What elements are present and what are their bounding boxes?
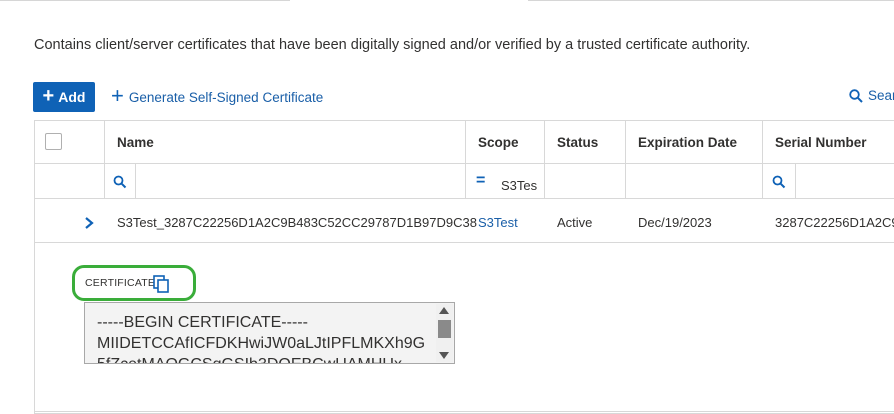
active-tab-indicator <box>290 0 528 2</box>
cell-status: Active <box>557 215 593 230</box>
scroll-thumb[interactable] <box>438 320 451 338</box>
column-divider <box>625 120 626 198</box>
row-divider <box>34 242 894 243</box>
serial-filter-input[interactable] <box>797 166 894 196</box>
serial-filter-search-icon[interactable] <box>772 175 786 189</box>
header-divider <box>34 163 894 164</box>
cell-serial-number: 3287C22256D1A2C9 <box>775 215 894 230</box>
filter-divider <box>34 198 894 199</box>
certificate-label: CERTIFICATE <box>85 277 156 289</box>
certificate-textarea[interactable]: -----BEGIN CERTIFICATE----- MIIDETCCAfIC… <box>84 302 455 364</box>
plus-icon: + <box>42 85 55 107</box>
name-filter-input[interactable] <box>137 166 463 196</box>
copy-icon[interactable] <box>153 275 169 293</box>
generate-self-signed-certificate-button[interactable]: + Generate Self-Signed Certificate <box>111 83 324 108</box>
column-header-name[interactable]: Name <box>117 135 154 150</box>
expiration-filter-input[interactable] <box>627 166 761 196</box>
column-header-expiration-date[interactable]: Expiration Date <box>638 135 737 150</box>
column-divider <box>465 120 466 198</box>
column-divider <box>762 120 763 198</box>
column-divider <box>544 120 545 198</box>
search-icon <box>849 88 863 103</box>
column-divider <box>104 120 105 198</box>
plus-icon: + <box>111 83 124 108</box>
chevron-right-icon[interactable] <box>82 216 96 230</box>
column-header-serial-number[interactable]: Serial Number <box>775 135 867 150</box>
status-filter-input[interactable] <box>546 166 624 196</box>
cell-name: S3Test_3287C22256D1A2C9B483C52CC29787D1B… <box>117 215 477 230</box>
add-button[interactable]: + Add <box>33 82 95 112</box>
column-divider <box>135 164 136 198</box>
bottom-divider <box>34 411 894 412</box>
page-description: Contains client/server certificates that… <box>34 37 751 53</box>
select-all-checkbox[interactable] <box>45 133 62 150</box>
scroll-down-arrow-icon[interactable] <box>439 352 449 359</box>
column-divider <box>795 164 796 198</box>
generate-button-label: Generate Self-Signed Certificate <box>128 89 324 105</box>
cell-expiration-date: Dec/19/2023 <box>638 215 712 230</box>
search-button[interactable]: Sear <box>849 88 894 103</box>
certificate-text: -----BEGIN CERTIFICATE----- MIIDETCCAfIC… <box>97 314 426 363</box>
column-header-scope[interactable]: Scope <box>478 135 519 150</box>
scope-filter-input[interactable]: S3Tes <box>501 178 543 193</box>
add-button-label: Add <box>58 89 86 105</box>
certificate-scrollbar[interactable] <box>436 304 453 362</box>
scroll-up-arrow-icon[interactable] <box>439 307 449 314</box>
name-filter-search-icon[interactable] <box>113 175 127 189</box>
equals-operator-icon[interactable]: = <box>476 172 485 190</box>
column-header-status[interactable]: Status <box>557 135 598 150</box>
search-button-label: Sear <box>868 88 894 103</box>
cell-scope-link[interactable]: S3Test <box>478 215 518 230</box>
